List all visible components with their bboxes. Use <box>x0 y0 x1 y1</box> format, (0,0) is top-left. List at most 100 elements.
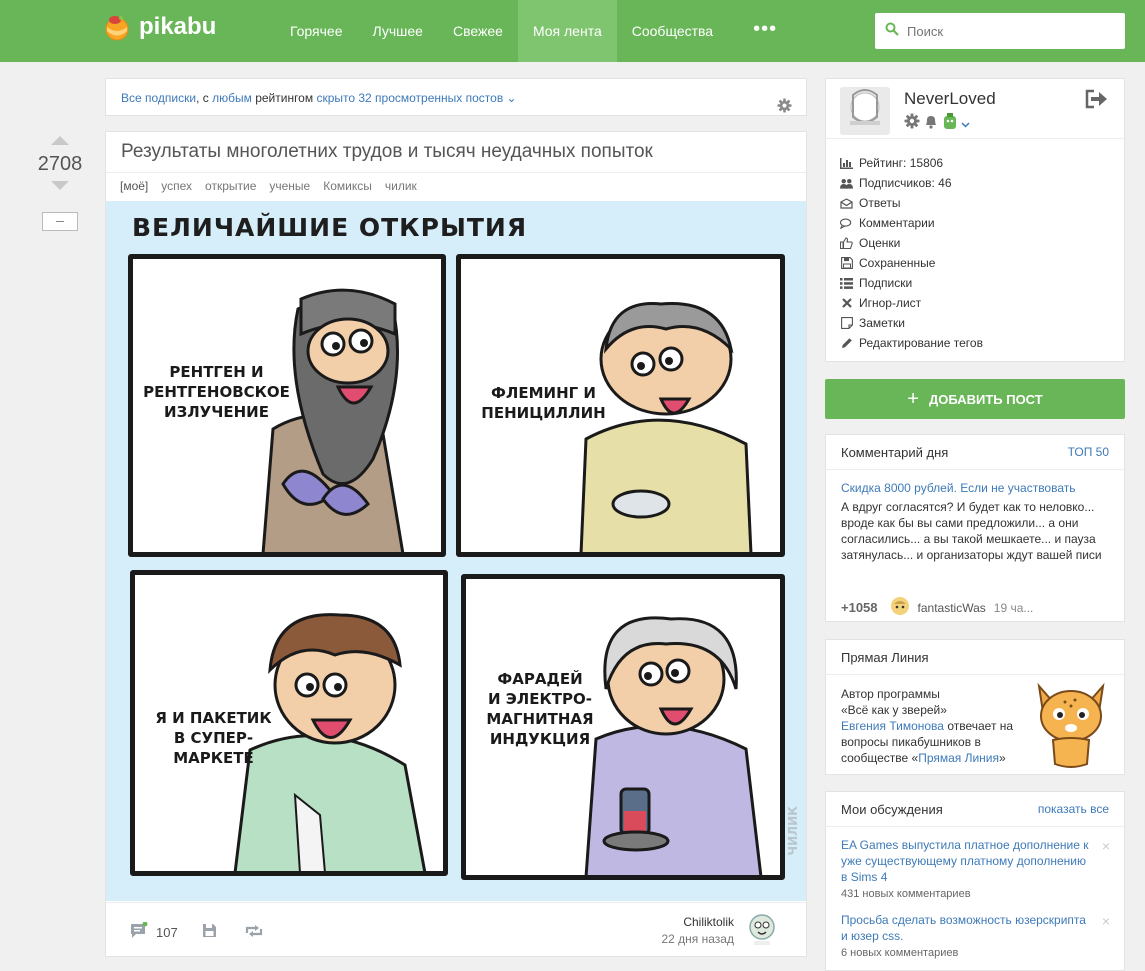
note-icon <box>840 317 853 329</box>
comment-meta: +1058 fantasticWas 19 ча... <box>841 596 1033 619</box>
post-author-block: Chiliktolik 22 дня назад <box>662 915 735 946</box>
comments-button[interactable]: 107 <box>130 921 178 942</box>
comment-of-day-heading: Комментарий дня <box>841 444 949 460</box>
profile-menu-comments[interactable]: Комментарии <box>840 213 1124 233</box>
logout-icon[interactable] <box>1084 89 1108 114</box>
panel-caption: ФЛЕМИНГ И ПЕНИЦИЛЛИН <box>481 383 606 423</box>
discussion-new-comments: 6 новых комментариев <box>841 947 959 959</box>
comic-panel-bag: Я И ПАКЕТИК В СУПЕР- МАРКЕТЕ <box>130 570 448 876</box>
chevron-down-icon: ⌄ <box>506 91 517 105</box>
menu-label: Заметки <box>859 316 905 330</box>
user-avatar[interactable] <box>840 87 890 135</box>
downvote-arrow-icon[interactable] <box>30 178 90 196</box>
tag-item[interactable]: [моё] <box>120 173 148 201</box>
comment-bubble-icon <box>130 921 148 942</box>
discussions-header: Мои обсуждения показать все <box>826 792 1124 827</box>
author-avatar[interactable] <box>748 913 776 947</box>
comment-time: 19 ча... <box>993 600 1034 615</box>
nav-hot[interactable]: Горячее <box>275 0 358 62</box>
profile-menu-saved[interactable]: Сохраненные <box>840 253 1124 273</box>
nav-fresh[interactable]: Свежее <box>438 0 518 62</box>
close-icon[interactable]: × <box>1102 838 1110 854</box>
comment-post-link[interactable]: Скидка 8000 рублей. Если не участвовать <box>841 481 1076 495</box>
profile-menu: Рейтинг: 15806 Подписчиков: 46 Ответы Ко… <box>826 139 1124 353</box>
user-profile-panel: NeverLoved Рейтинг: 15806 Подписчиков: 4… <box>825 78 1125 362</box>
panel-caption: Я И ПАКЕТИК В СУПЕР- МАРКЕТЕ <box>141 708 286 768</box>
menu-label: Редактирование тегов <box>859 336 983 350</box>
search-input[interactable] <box>907 23 1107 39</box>
post-title[interactable]: Результаты многолетних трудов и тысяч не… <box>121 141 653 163</box>
top-50-link[interactable]: ТОП 50 <box>1068 445 1109 459</box>
discussion-item: EA Games выпустила платное дополнение к … <box>826 827 1124 902</box>
tag-item[interactable]: чилик <box>385 173 417 201</box>
logo[interactable]: pikabu <box>103 13 216 41</box>
list-icon <box>840 277 853 289</box>
floppy-icon <box>840 257 853 269</box>
rating-any-link[interactable]: любым <box>212 91 252 105</box>
caption-line: РЕНТГЕНОВСКОЕ <box>143 383 290 401</box>
close-icon[interactable]: × <box>1102 913 1110 929</box>
tag-item[interactable]: ученые <box>269 173 310 201</box>
caption-line: МАРКЕТЕ <box>173 749 254 767</box>
save-icon[interactable] <box>202 923 217 943</box>
caption-line: ФЛЕМИНГ И <box>491 384 596 402</box>
profile-menu-edit-tags[interactable]: Редактирование тегов <box>840 333 1124 353</box>
gear-icon[interactable] <box>777 90 792 128</box>
menu-label: Оценки <box>859 236 901 250</box>
upvote-arrow-icon[interactable] <box>30 132 90 150</box>
hide-post-button[interactable] <box>42 212 78 231</box>
profile-menu-subscribers[interactable]: Подписчиков: 46 <box>840 173 1124 193</box>
direct-line-text: Автор программы «Всё как у зверей» Евген… <box>841 686 1041 766</box>
add-post-button[interactable]: + ДОБАВИТЬ ПОСТ <box>825 379 1125 419</box>
direct-line-header: Прямая Линия <box>826 640 1124 675</box>
add-post-label: ДОБАВИТЬ ПОСТ <box>928 391 1043 407</box>
direct-line-end: » <box>999 751 1006 765</box>
profile-menu-rating[interactable]: Рейтинг: 15806 <box>840 153 1124 173</box>
show-all-link[interactable]: показать все <box>1038 802 1109 816</box>
profile-menu-ratings[interactable]: Оценки <box>840 233 1124 253</box>
discussion-item: Просьба сделать возможность юзерскрипта … <box>826 902 1124 961</box>
share-icon[interactable] <box>244 924 264 943</box>
menu-label: Комментарии <box>859 216 935 230</box>
caption-line: МАГНИТНАЯ <box>486 710 594 728</box>
author-name[interactable]: Chiliktolik <box>662 915 734 929</box>
profile-menu-subscriptions[interactable]: Подписки <box>840 273 1124 293</box>
search-box[interactable] <box>875 13 1125 49</box>
feed-filter-bar: Все подписки, с любым рейтингом скрыто 3… <box>105 78 807 116</box>
comic-image: ВЕЛИЧАЙШИЕ ОТКРЫТИЯ РЕНТГЕН И РЕНТГЕНОВС… <box>106 201 806 901</box>
bell-icon[interactable] <box>923 113 939 134</box>
commenter-name[interactable]: fantasticWas <box>918 601 986 615</box>
caption-line: Я И ПАКЕТИК <box>155 709 272 727</box>
comment-text: А вдруг согласятся? И будет как то нелов… <box>841 500 1102 562</box>
community-link[interactable]: Прямая Линия <box>918 751 999 765</box>
commenter-avatar[interactable] <box>890 596 910 619</box>
chevron-down-icon[interactable] <box>961 115 970 133</box>
character-badge-icon[interactable] <box>942 112 958 135</box>
nav-best[interactable]: Лучшее <box>358 0 438 62</box>
comments-count: 107 <box>156 924 178 940</box>
comment-of-day-header: Комментарий дня ТОП 50 <box>826 435 1124 470</box>
more-menu-button[interactable]: ••• <box>728 0 802 62</box>
post-time: 22 дня назад <box>661 932 735 946</box>
nav-my-feed[interactable]: Моя лента <box>517 0 617 62</box>
comment-rating: +1058 <box>841 600 878 615</box>
settings-gear-icon[interactable] <box>904 113 920 134</box>
discussion-title-link[interactable]: Просьба сделать возможность юзерскрипта … <box>841 913 1086 943</box>
direct-line-line: «Всё как у зверей» <box>841 703 947 717</box>
profile-header: NeverLoved <box>826 79 1124 139</box>
tag-item[interactable]: успех <box>161 173 192 201</box>
discussion-title-link[interactable]: EA Games выпустила платное дополнение к … <box>841 838 1088 884</box>
profile-menu-answers[interactable]: Ответы <box>840 193 1124 213</box>
menu-label: Ответы <box>859 196 901 210</box>
person-link[interactable]: Евгения Тимонова <box>841 719 944 733</box>
tag-item[interactable]: Комиксы <box>323 173 372 201</box>
username[interactable]: NeverLoved <box>904 89 996 109</box>
all-subscriptions-link[interactable]: Все подписки <box>121 91 196 105</box>
tag-item[interactable]: открытие <box>205 173 256 201</box>
direct-line-heading: Прямая Линия <box>841 649 929 665</box>
nav-communities[interactable]: Сообщества <box>617 0 728 62</box>
caption-line: ИЗЛУЧЕНИЕ <box>164 403 269 421</box>
profile-menu-notes[interactable]: Заметки <box>840 313 1124 333</box>
hidden-posts-link[interactable]: скрыто 32 просмотренных постов ⌄ <box>316 91 516 105</box>
profile-menu-ignore-list[interactable]: Игнор-лист <box>840 293 1124 313</box>
